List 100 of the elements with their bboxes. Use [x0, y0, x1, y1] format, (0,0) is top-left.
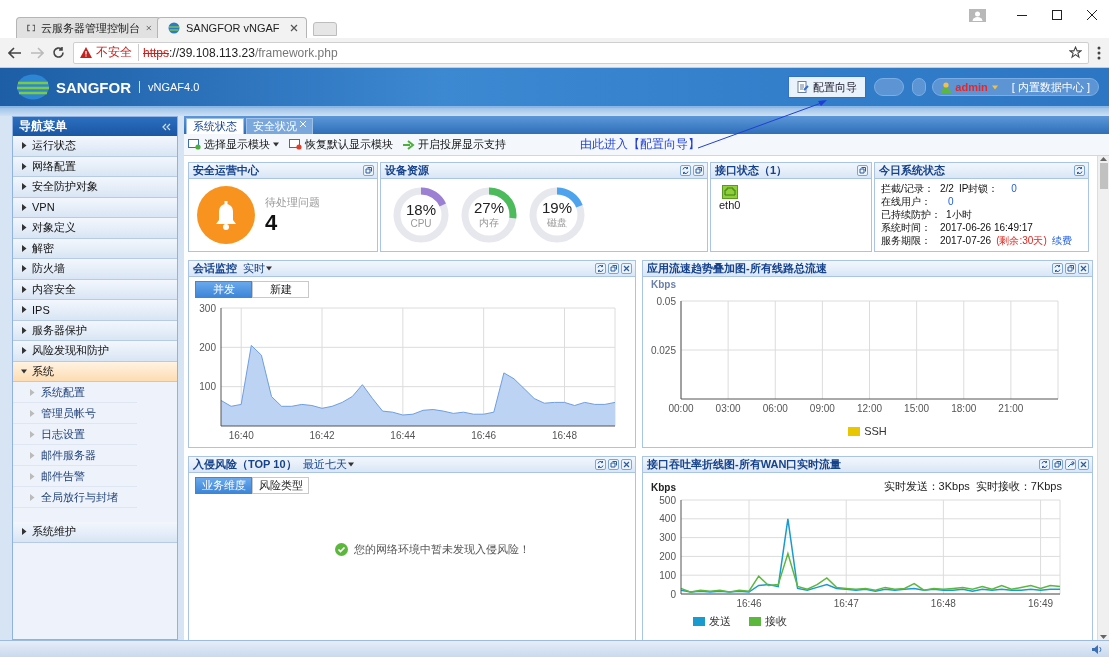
- restore-icon[interactable]: [363, 165, 374, 176]
- panel-title: 接口状态（1）: [715, 163, 788, 178]
- close-icon[interactable]: [621, 263, 632, 274]
- restore-icon[interactable]: [693, 165, 704, 176]
- caret-icon: [991, 83, 998, 91]
- axis-label: 06:00: [762, 403, 788, 414]
- arrow-icon: [403, 139, 415, 150]
- address-field[interactable]: 不安全 https://39.108.113.23/framework.php: [73, 41, 1089, 64]
- port-name: eth0: [719, 199, 741, 211]
- toolbar-button[interactable]: 恢复默认显示模块: [289, 137, 393, 152]
- gauge-ring: [391, 185, 451, 245]
- close-icon[interactable]: [1078, 459, 1089, 470]
- scroll-thumb[interactable]: [1099, 163, 1108, 189]
- pending-caption: 待处理问题: [265, 194, 320, 210]
- axis-label: 500: [659, 494, 676, 506]
- logo-icon: [16, 74, 50, 100]
- refresh-icon[interactable]: [1052, 263, 1063, 274]
- submenu-item[interactable]: 日志设置: [13, 424, 137, 445]
- panel-title: 入侵风险（TOP 10）: [193, 457, 297, 472]
- remaining-days: (剩余:30天): [996, 233, 1047, 248]
- close-icon[interactable]: [290, 24, 298, 32]
- toolbar-button[interactable]: 选择显示模块: [188, 137, 279, 152]
- refresh-icon[interactable]: [595, 263, 606, 274]
- caret-icon: [29, 472, 35, 480]
- range-dropdown[interactable]: 最近七天: [302, 457, 354, 472]
- status-label: 拦截/记录：: [881, 181, 935, 196]
- menu-item[interactable]: VPN: [13, 197, 177, 218]
- restore-icon[interactable]: [857, 165, 868, 176]
- caret-icon: [21, 367, 27, 375]
- mode-tab[interactable]: 新建: [252, 281, 309, 298]
- close-icon[interactable]: [1078, 263, 1089, 274]
- restore-icon[interactable]: [608, 263, 619, 274]
- maximize-icon[interactable]: [1051, 10, 1062, 20]
- axis-label: 200: [199, 341, 216, 353]
- caret-icon: [21, 142, 27, 150]
- menu-item[interactable]: 服务器保护: [13, 320, 177, 341]
- gauge-ring: [527, 185, 587, 245]
- refresh-icon[interactable]: [680, 165, 691, 176]
- panel-title: 会话监控: [193, 261, 237, 276]
- menu-item[interactable]: 风险发现和防护: [13, 341, 177, 362]
- reload-icon[interactable]: [52, 46, 65, 59]
- submenu-item[interactable]: 邮件服务器: [13, 445, 137, 466]
- close-icon[interactable]: [1086, 10, 1097, 20]
- caret-icon: [21, 326, 27, 334]
- submenu-item[interactable]: 系统配置: [13, 382, 137, 403]
- menu-item[interactable]: 安全防护对象: [13, 177, 177, 198]
- refresh-icon[interactable]: [1074, 165, 1085, 176]
- mode-tab[interactable]: 风险类型: [252, 477, 309, 494]
- refresh-icon[interactable]: [1039, 459, 1050, 470]
- receive-rate: 实时接收：7Kbps: [975, 479, 1062, 494]
- scrollbar[interactable]: [1097, 156, 1109, 640]
- browser-tab[interactable]: SANGFOR vNGAF: [157, 17, 307, 38]
- submenu-item[interactable]: 管理员帐号: [13, 403, 137, 424]
- caret-icon: [21, 528, 27, 536]
- speaker-icon[interactable]: [1091, 643, 1103, 655]
- menu-item[interactable]: 对象定义: [13, 218, 177, 239]
- port-icon[interactable]: [721, 185, 738, 199]
- submenu-item[interactable]: 全局放行与封堵: [13, 487, 137, 508]
- caret-icon: [29, 493, 35, 501]
- globe-icon: [168, 22, 180, 34]
- status-label: 已持续防护：: [881, 207, 941, 222]
- panel-title: 今日系统状态: [879, 163, 945, 178]
- menu-item[interactable]: 防火墙: [13, 259, 177, 280]
- renew-link[interactable]: 续费: [1051, 233, 1072, 248]
- caret-icon: [21, 224, 27, 232]
- menu-item[interactable]: 解密: [13, 238, 177, 259]
- status-value: 2017-06-26 16:49:17: [940, 222, 1033, 233]
- caret-icon: [21, 285, 27, 293]
- collapse-icon[interactable]: [162, 122, 171, 131]
- refresh-icon[interactable]: [595, 459, 606, 470]
- menu-item[interactable]: 内容安全: [13, 279, 177, 300]
- back-icon[interactable]: [8, 46, 22, 59]
- menu-item[interactable]: 系统: [13, 361, 177, 382]
- axis-label: 16:47: [833, 598, 859, 609]
- sidebar-title: 导航菜单: [19, 118, 67, 135]
- gauge-value: 27%: [474, 200, 504, 216]
- axis-label: 16:48: [551, 430, 577, 441]
- range-dropdown[interactable]: 实时: [243, 261, 272, 276]
- wrench-icon[interactable]: [1065, 459, 1076, 470]
- panel-title: 应用流速趋势叠加图-所有线路总流速: [647, 261, 827, 276]
- page-tab[interactable]: 系统状态: [186, 118, 244, 134]
- menu-item[interactable]: 运行状态: [13, 136, 177, 157]
- restore-icon[interactable]: [1065, 263, 1076, 274]
- restore-icon[interactable]: [608, 459, 619, 470]
- caret-icon: [21, 244, 27, 252]
- menu-item[interactable]: IPS: [13, 300, 177, 321]
- axis-label: 100: [199, 381, 216, 393]
- menu-item[interactable]: 系统维护: [13, 522, 177, 543]
- restore-icon[interactable]: [1052, 459, 1063, 470]
- axis-label: 0.025: [650, 344, 676, 356]
- panel-title: 设备资源: [385, 163, 429, 178]
- toolbar-button[interactable]: 开启投屏显示支持: [403, 137, 506, 152]
- star-icon[interactable]: [1069, 46, 1082, 59]
- submenu-item[interactable]: 邮件告警: [13, 466, 137, 487]
- status-value: 0: [948, 196, 954, 207]
- wizard-button[interactable]: 配置向导: [788, 76, 867, 98]
- status-value: 2017-07-26: [940, 235, 992, 246]
- close-icon[interactable]: [621, 459, 632, 470]
- menu-item[interactable]: 网络配置: [13, 156, 177, 177]
- menu-icon[interactable]: [1097, 45, 1101, 60]
